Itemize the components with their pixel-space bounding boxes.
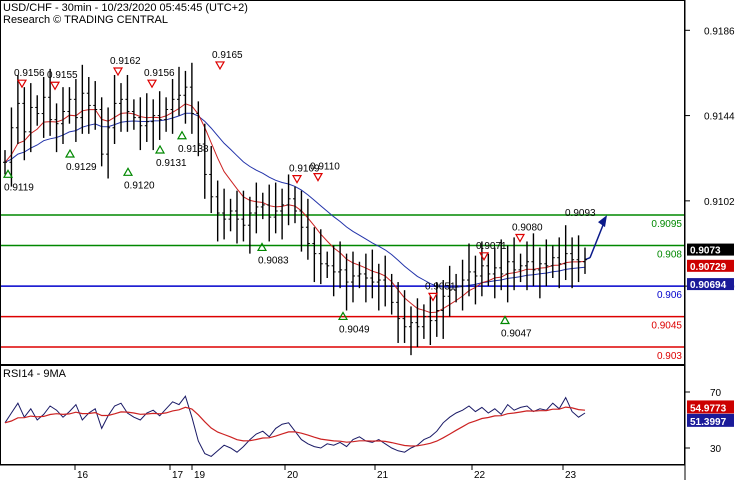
level-label-0: 0.9095 <box>651 219 682 230</box>
swing-low-label: 0.9129 <box>66 162 97 173</box>
x-tick-label: 23 <box>565 470 577 480</box>
rsi-value-tag-label: 54.9773 <box>690 403 727 414</box>
swing-low-label: 0.9049 <box>339 324 370 335</box>
swing-high-label: 0.9080 <box>512 223 543 234</box>
price-panel-frame <box>0 0 685 365</box>
rsi-ma-tag-label: 51.3997 <box>690 417 727 428</box>
x-axis-layer: 16 17 19 20 21 22 23 <box>0 464 685 480</box>
forecast-target-label: 0.9093 <box>565 208 596 219</box>
swing-low-label: 0.9131 <box>156 158 187 169</box>
level-label-4: 0.903 <box>657 351 682 362</box>
rsi-tick-label: 70 <box>710 388 722 399</box>
rsi-tick-label: 30 <box>710 444 722 455</box>
swing-high-label: 0.9155 <box>47 70 78 81</box>
y-axis-layer: 0.91860.91440.91020.90607030 <box>685 26 735 455</box>
x-tick-label: 19 <box>194 470 206 480</box>
level-label-2: 0.906 <box>657 290 682 301</box>
swing-low-label: 0.9120 <box>124 180 155 191</box>
x-tick-label: 21 <box>377 470 389 480</box>
level-label-1: 0.908 <box>657 250 682 261</box>
chart-subtitle: Research © TRADING CENTRAL <box>3 14 168 26</box>
level-label-3: 0.9045 <box>651 321 682 332</box>
chart-title: USD/CHF - 30min - 10/23/2020 05:45:45 (U… <box>3 2 248 14</box>
swing-high-label: 0.9156 <box>144 68 175 79</box>
swing-low-label: 0.9119 <box>4 182 34 193</box>
swing-high-label: 0.9110 <box>310 162 340 173</box>
swing-low-label: 0.9138 <box>178 144 209 155</box>
x-tick-label: 22 <box>474 470 486 480</box>
swing-low-label: 0.9083 <box>258 255 289 266</box>
swing-high-label: 0.9156 <box>14 68 45 79</box>
swing-high-label: 0.9162 <box>110 56 141 67</box>
ma-blue-tag-label: 0.90694 <box>690 280 727 291</box>
x-tick-label: 16 <box>77 470 89 480</box>
price-chart: USD/CHF - 30min - 10/23/2020 05:45:45 (U… <box>0 0 735 480</box>
swing-high-label: 0.9165 <box>212 50 243 61</box>
y-tick-label: 0.9144 <box>704 112 735 123</box>
x-tick-label: 20 <box>287 470 299 480</box>
price-tags-layer: 0.9073 0.90729 0.90694 54.9773 51.3997 <box>687 243 734 428</box>
swing-high-label: 0.9051 <box>425 281 456 292</box>
swing-high-label: 0.9071 <box>476 241 507 252</box>
last-price-tag-label: 0.9073 <box>690 246 721 257</box>
y-tick-label: 0.9102 <box>704 197 735 208</box>
ma-red-tag-label: 0.90729 <box>690 262 727 273</box>
y-tick-label: 0.9186 <box>704 26 735 37</box>
swing-low-label: 0.9047 <box>501 329 532 340</box>
rsi-title: RSI14 - 9MA <box>3 368 67 380</box>
x-tick-label: 17 <box>172 470 184 480</box>
